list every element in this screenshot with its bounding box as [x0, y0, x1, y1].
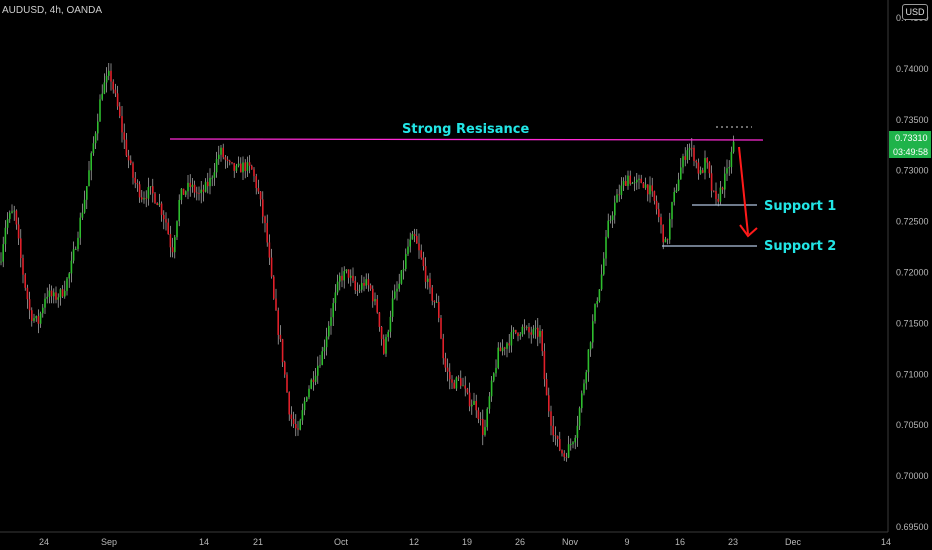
price-tick-label: 0.73000: [896, 166, 929, 176]
last-price-tag: 0.73310: [889, 131, 931, 145]
time-tick-label: 21: [253, 537, 263, 547]
support-1-label: Support 1: [764, 199, 836, 214]
time-tick-label: 24: [39, 537, 49, 547]
time-tick-label: 26: [515, 537, 525, 547]
candle: [286, 372, 288, 393]
price-tick-label: 0.71500: [896, 318, 929, 328]
time-tick-label: Dec: [785, 537, 802, 547]
price-tick-label: 0.74000: [896, 64, 929, 74]
time-tick-label: Sep: [101, 537, 117, 547]
candle: [598, 289, 601, 303]
price-chart[interactable]: 0.745000.740000.735000.730000.725000.720…: [0, 0, 932, 550]
countdown-tag: 03:49:58: [889, 145, 931, 158]
symbol-header[interactable]: AUDUSD, 4h, OANDA: [2, 5, 102, 16]
time-tick-label: 23: [728, 537, 738, 547]
price-tick-label: 0.73500: [896, 115, 929, 125]
candle: [385, 334, 387, 357]
time-tick-label: Oct: [334, 537, 349, 547]
candle: [594, 303, 596, 324]
candle: [154, 192, 156, 204]
price-tick-label: 0.71000: [896, 369, 929, 379]
time-tick-label: 19: [462, 537, 472, 547]
currency-badge[interactable]: USD: [902, 4, 928, 20]
price-tick-label: 0.70000: [896, 471, 929, 481]
time-tick-label: 12: [409, 537, 419, 547]
candle: [273, 275, 275, 300]
price-tick-label: 0.70500: [896, 420, 929, 430]
countdown-value: 03:49:58: [893, 147, 928, 157]
time-tick-label: 14: [881, 537, 891, 547]
candle: [182, 188, 185, 195]
candle: [486, 407, 488, 431]
candle: [176, 220, 178, 240]
candle: [440, 314, 442, 340]
time-tick-label: Nov: [562, 537, 579, 547]
time-tick-label: 16: [675, 537, 685, 547]
time-tick-label: 9: [624, 537, 629, 547]
last-price-value: 0.73310: [895, 133, 928, 143]
candle: [306, 396, 308, 402]
candle: [400, 270, 403, 285]
candle: [310, 378, 312, 390]
price-tick-label: 0.69500: [896, 522, 929, 532]
support-2-label: Support 2: [764, 239, 836, 254]
time-tick-label: 14: [199, 537, 209, 547]
price-tick-label: 0.72000: [896, 268, 929, 278]
candle: [299, 418, 301, 431]
chart-background: [0, 0, 932, 550]
resistance-label: Strong Resisance: [402, 122, 529, 137]
price-tick-label: 0.72500: [896, 217, 929, 227]
